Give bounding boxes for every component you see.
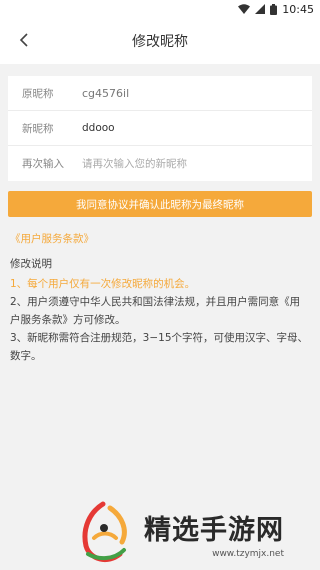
confirm-button[interactable]: 我同意协议并确认此昵称为最终昵称 [8,191,312,217]
watermark-logo-icon [68,498,138,570]
note-item: 2、用户须遵守中华人民共和国法律法规，并且用户需同意《用户服务条款》方可修改。 [10,296,301,326]
note-item: 1、每个用户仅有一次修改昵称的机会。 [10,278,196,290]
chevron-left-icon [19,32,29,51]
new-nickname-input[interactable] [82,122,312,134]
notes-title: 修改说明 [10,258,52,270]
notes-list: 1、每个用户仅有一次修改昵称的机会。 2、用户须遵守中华人民共和国法律法规，并且… [10,275,310,365]
original-nickname-row: 原昵称 cg4576il [8,76,312,111]
battery-icon [270,3,278,15]
watermark-url: www.tzymjx.net [212,548,284,559]
note-item: 3、新昵称需符合注册规范，3−15个字符，可使用汉字、字母、数字。 [10,332,309,362]
new-nickname-row: 新昵称 [8,111,312,146]
back-button[interactable] [10,18,38,64]
confirm-nickname-row: 再次输入 [8,146,312,181]
terms-link[interactable]: 《用户服务条款》 [10,231,320,246]
status-bar: 10:45 [0,0,320,18]
nickname-form: 原昵称 cg4576il 新昵称 再次输入 [8,76,312,181]
original-nickname-label: 原昵称 [22,87,54,100]
signal-icon [255,4,266,14]
wifi-icon [238,4,251,14]
page-title: 修改昵称 [132,34,188,50]
confirm-nickname-label: 再次输入 [22,158,64,170]
new-nickname-label: 新昵称 [22,122,54,135]
watermark: 精选手游网 www.tzymjx.net [68,496,318,570]
confirm-nickname-input[interactable] [82,157,312,170]
original-nickname-value: cg4576il [82,86,130,100]
app-bar: 修改昵称 [0,18,320,64]
watermark-title: 精选手游网 [144,514,284,546]
status-time: 10:45 [282,2,314,16]
